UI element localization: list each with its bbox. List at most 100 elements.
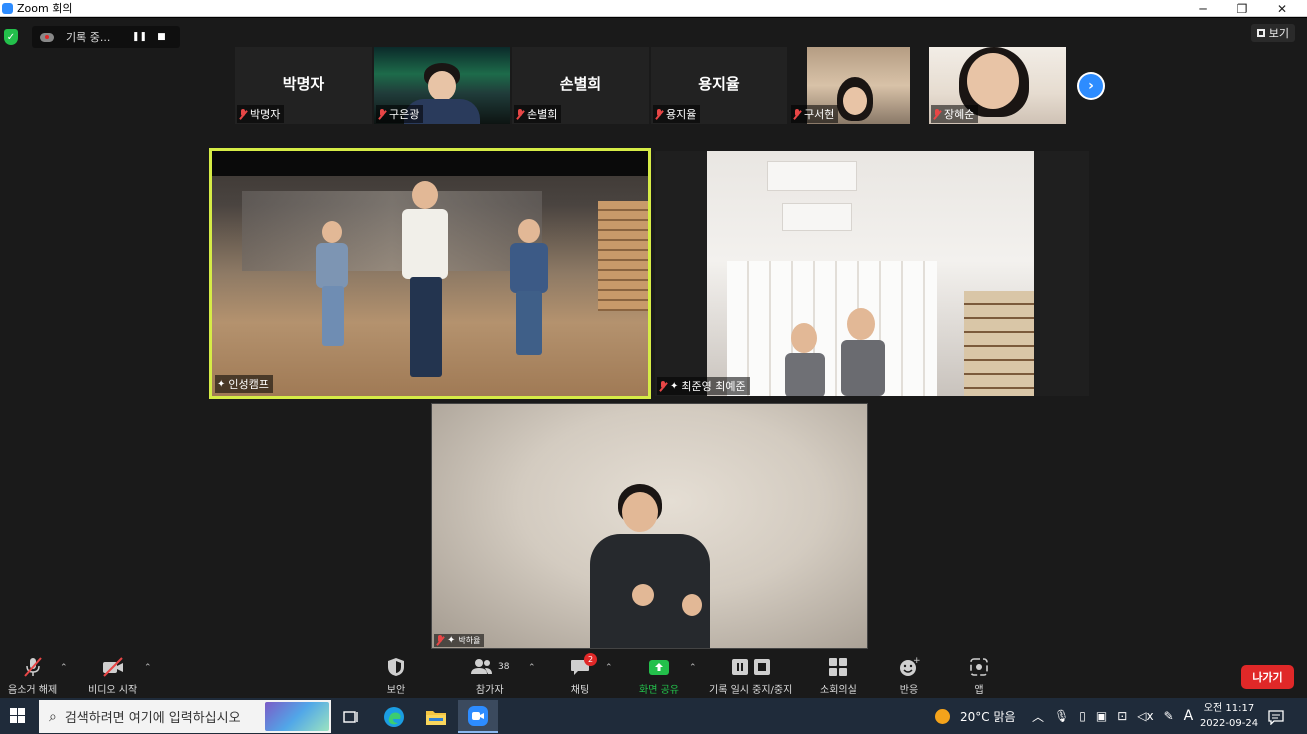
video-shelf — [598, 201, 648, 311]
participants-label: 참가자 — [475, 685, 504, 696]
video-options-caret[interactable]: ⌃ — [144, 663, 152, 673]
weather-widget[interactable]: 20°C 맑음 — [935, 698, 1016, 734]
participant-name: 구서현 — [804, 108, 835, 121]
speaker-muted-icon[interactable]: ◁x — [1137, 709, 1153, 723]
participant-video[interactable]: ✦ 최준영 최예준 — [655, 151, 1089, 396]
cloud-record-icon — [40, 32, 54, 42]
participant-thumbnail[interactable]: 구은광 — [374, 47, 510, 124]
participant-name: 박하율 — [458, 636, 481, 645]
task-view-icon[interactable] — [331, 700, 371, 733]
window-title: Zoom 회의 — [17, 2, 73, 15]
view-label: 보기 — [1268, 27, 1289, 40]
video-dance-studio — [212, 151, 648, 396]
participant-nametag: 박명자 — [237, 105, 285, 123]
svg-text:+: + — [913, 656, 920, 666]
zoom-logo-icon — [2, 2, 13, 14]
video-ceiling-light — [767, 161, 857, 191]
participant-thumbnail[interactable]: 박명자 박명자 — [235, 47, 372, 124]
share-screen-icon — [648, 656, 670, 678]
close-button[interactable]: ✕ — [1262, 0, 1302, 17]
edge-browser-icon[interactable] — [374, 700, 414, 733]
participant-name: 최준영 최예준 — [681, 380, 746, 393]
pause-recording-icon[interactable]: ❚❚ — [132, 32, 147, 42]
reactions-label: 반응 — [899, 685, 919, 696]
view-button[interactable]: 보기 — [1250, 24, 1295, 42]
meet-now-icon[interactable]: ▣ — [1096, 709, 1107, 723]
breakout-rooms-label: 소회의실 — [820, 685, 857, 696]
windows-start-icon[interactable] — [10, 708, 25, 723]
chat-options-caret[interactable]: ⌃ — [605, 663, 613, 673]
start-video-label: 비디오 시작 — [88, 685, 138, 696]
microphone-icon[interactable]: 🎙 — [1054, 709, 1069, 723]
system-clock[interactable]: 오전 11:17 2022-09-24 — [1199, 701, 1259, 731]
security-button[interactable]: 보안 — [386, 656, 406, 696]
thumbnail-avatar-name: 손별희 — [559, 75, 602, 93]
shield-icon — [386, 656, 406, 678]
mic-muted-icon — [378, 108, 386, 120]
participants-icon: 38 — [470, 656, 509, 678]
chat-button[interactable]: 2 채팅 — [569, 653, 597, 696]
video-ceiling-light — [782, 203, 852, 231]
unmute-button[interactable]: 음소거 해제 — [8, 656, 57, 696]
leave-meeting-button[interactable]: 나가기 — [1241, 665, 1294, 689]
participant-nametag: 손별희 — [514, 105, 562, 123]
participant-name: 용지율 — [666, 108, 697, 121]
breakout-rooms-icon — [827, 656, 849, 678]
participants-options-caret[interactable]: ⌃ — [528, 663, 536, 673]
meeting-status-bar: ✓ 기록 중... ❚❚ ■ — [4, 26, 180, 48]
file-explorer-icon[interactable] — [416, 700, 456, 733]
pin-icon: ✦ — [217, 378, 226, 390]
share-options-caret[interactable]: ⌃ — [689, 663, 697, 673]
participant-thumbnail[interactable]: 용지율 용지율 — [651, 47, 787, 124]
security-label: 보안 — [386, 685, 406, 696]
meeting-toolbar: 음소거 해제 ⌃ 비디오 시작 ⌃ 보안 38 참가자 ⌃ 2 채팅 ⌃ 화면 — [0, 653, 1307, 698]
chevron-up-icon[interactable]: ︿ — [1032, 708, 1044, 725]
participant-nametag: ✦ 인성캠프 — [215, 375, 273, 393]
video-face — [967, 53, 1019, 109]
device-icon[interactable]: ▯ — [1079, 709, 1086, 723]
active-speaker-video[interactable]: ✦ 인성캠프 — [209, 148, 651, 399]
pin-icon: ✦ — [447, 635, 456, 646]
participant-thumbnail[interactable]: 구서현 — [789, 47, 926, 124]
participant-thumbnail[interactable]: 장혜순 — [929, 47, 1066, 124]
chat-label: 채팅 — [570, 685, 590, 696]
notification-icon[interactable] — [1259, 700, 1293, 733]
zoom-taskbar-icon[interactable] — [458, 700, 498, 733]
apps-button[interactable]: 앱 — [968, 656, 990, 696]
mic-muted-icon — [933, 108, 941, 120]
share-screen-button[interactable]: 화면 공유 — [639, 656, 679, 696]
participant-video[interactable]: ✦ 박하율 — [431, 403, 868, 649]
clock-time: 오전 11:17 — [1203, 703, 1255, 714]
window-titlebar: Zoom 회의 — [0, 0, 1307, 17]
reactions-button[interactable]: + 반응 — [898, 656, 920, 696]
video-window — [727, 261, 937, 396]
pause-stop-icon — [731, 656, 771, 678]
pen-icon[interactable]: ✎ — [1164, 709, 1174, 723]
participant-nametag: 구서현 — [791, 105, 839, 123]
encryption-shield-icon[interactable]: ✓ — [4, 29, 18, 45]
start-video-button[interactable]: 비디오 시작 — [88, 656, 137, 696]
mic-muted-icon — [655, 108, 663, 120]
windows-taskbar: ⌕ 검색하려면 여기에 입력하십시오 20°C 맑음 ︿ 🎙 ▯ ▣ ⊡ ◁x … — [0, 698, 1307, 734]
participant-nametag: 용지율 — [653, 105, 701, 123]
participants-button[interactable]: 38 참가자 — [470, 656, 509, 696]
video-face — [428, 71, 456, 101]
breakout-rooms-button[interactable]: 소회의실 — [820, 656, 857, 696]
mic-muted-icon — [436, 635, 444, 646]
restore-button[interactable]: ❐ — [1222, 0, 1262, 17]
recording-control-label: 기록 일시 중지/중지 — [709, 685, 793, 696]
stop-recording-icon[interactable]: ■ — [156, 32, 166, 42]
minimize-button[interactable]: ─ — [1183, 0, 1223, 17]
grid-view-icon — [1256, 29, 1265, 37]
audio-options-caret[interactable]: ⌃ — [60, 663, 68, 673]
recording-control-button[interactable]: 기록 일시 중지/중지 — [709, 656, 792, 696]
next-page-button[interactable]: › — [1077, 72, 1105, 100]
participant-name: 박명자 — [250, 108, 281, 121]
participant-thumbnail[interactable]: 손별희 손별희 — [512, 47, 649, 124]
participant-name: 장혜순 — [944, 108, 975, 121]
taskbar-search-box[interactable]: ⌕ 검색하려면 여기에 입력하십시오 — [39, 700, 331, 733]
network-icon[interactable]: ⊡ — [1117, 709, 1127, 723]
apps-label: 앱 — [974, 685, 984, 696]
ime-indicator[interactable]: A — [1184, 708, 1194, 724]
video-off-icon — [101, 656, 125, 678]
